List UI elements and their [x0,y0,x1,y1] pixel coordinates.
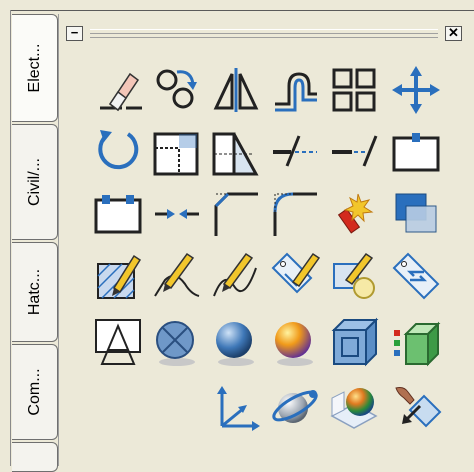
draworder-icon [395,193,437,233]
array-icon [332,68,376,112]
tab-label: Hatc... [25,268,43,316]
edit-spline-icon [213,252,257,297]
3d-orbit-icon [272,390,318,423]
offset-tool[interactable] [269,64,321,116]
join-icon [155,209,199,219]
edit-hatch-tool[interactable] [92,250,144,302]
join-tool[interactable] [151,188,203,240]
tab-label: Elect... [25,43,43,93]
hide-icon [95,319,141,365]
shade-tool[interactable] [151,316,203,368]
tab-extra[interactable] [12,442,58,472]
explode-icon [337,193,374,234]
chamfer-tool[interactable] [210,188,262,240]
render-icon [330,388,378,429]
free-orbit-tool[interactable] [390,382,442,434]
visual-style-tool[interactable] [390,316,442,368]
break-at-point-tool[interactable] [390,126,442,178]
attribute-manager-tool[interactable] [390,250,442,302]
block-editor-icon [333,252,375,299]
tab-hatch[interactable]: Hatc... [12,242,58,342]
tab-electrical[interactable]: Elect... [12,14,58,122]
trim-icon [273,135,317,167]
move-tool[interactable] [390,64,442,116]
visual-style-icon [394,321,441,367]
render-tool[interactable] [328,382,380,434]
block-editor-tool[interactable] [328,250,380,302]
attribute-manager-icon [392,252,440,300]
smooth-shade-icon [216,322,254,366]
chamfer-icon [214,192,258,236]
edit-attribute-icon [271,252,321,294]
close-button[interactable]: ✕ [445,26,462,41]
3d-orbit-tool[interactable] [269,382,321,434]
mirror-icon [213,68,259,112]
materials-tool[interactable] [269,316,321,368]
rotate-icon [98,130,139,170]
mirror-tool[interactable] [210,64,262,116]
copy-icon [156,69,197,109]
hide-tool[interactable] [92,316,144,368]
edit-hatch-icon [97,254,142,299]
erase-icon [100,72,142,112]
tab-civil[interactable]: Civil/... [12,124,58,240]
ucs-tool[interactable] [210,382,262,434]
edit-polyline-icon [154,252,200,297]
scale-icon [153,132,199,176]
erase-tool[interactable] [92,64,144,116]
break-at-point-icon [392,133,440,172]
break-icon [94,195,142,234]
array-tool[interactable] [328,64,380,116]
3d-box-icon [331,317,379,367]
top-border [0,0,474,11]
left-strip [0,10,11,466]
extend-icon [332,135,378,167]
draworder-tool[interactable] [390,188,442,240]
rotate-tool[interactable] [92,126,144,178]
palette-tabs: Elect... Civil/... Hatc... Com... [12,14,58,472]
stretch-icon [212,132,259,176]
ucs-icon [217,386,260,431]
explode-tool[interactable] [328,188,380,240]
tab-command[interactable]: Com... [12,344,58,440]
break-tool[interactable] [92,188,144,240]
smooth-shade-tool[interactable] [210,316,262,368]
3d-box-tool[interactable] [328,316,380,368]
tab-label: Civil/... [25,158,43,206]
offset-icon [275,72,317,112]
copy-tool[interactable] [151,64,203,116]
move-icon [392,66,440,114]
scale-tool[interactable] [151,126,203,178]
minimize-button[interactable]: − [66,26,83,41]
edit-polyline-tool[interactable] [151,250,203,302]
fillet-icon [273,192,317,236]
tool-palette-window: Elect... Civil/... Hatc... Com... − ✕ [0,0,474,472]
fillet-tool[interactable] [269,188,321,240]
stretch-tool[interactable] [210,126,262,178]
drag-grip[interactable] [90,29,438,38]
shade-icon [156,321,195,366]
free-orbit-icon [395,387,442,428]
palette-titlebar[interactable]: − ✕ [62,24,462,44]
edit-attribute-tool[interactable] [269,250,321,302]
extend-tool[interactable] [328,126,380,178]
materials-icon [275,322,313,366]
edit-spline-tool[interactable] [210,250,262,302]
tab-label: Com... [25,368,43,416]
trim-tool[interactable] [269,126,321,178]
